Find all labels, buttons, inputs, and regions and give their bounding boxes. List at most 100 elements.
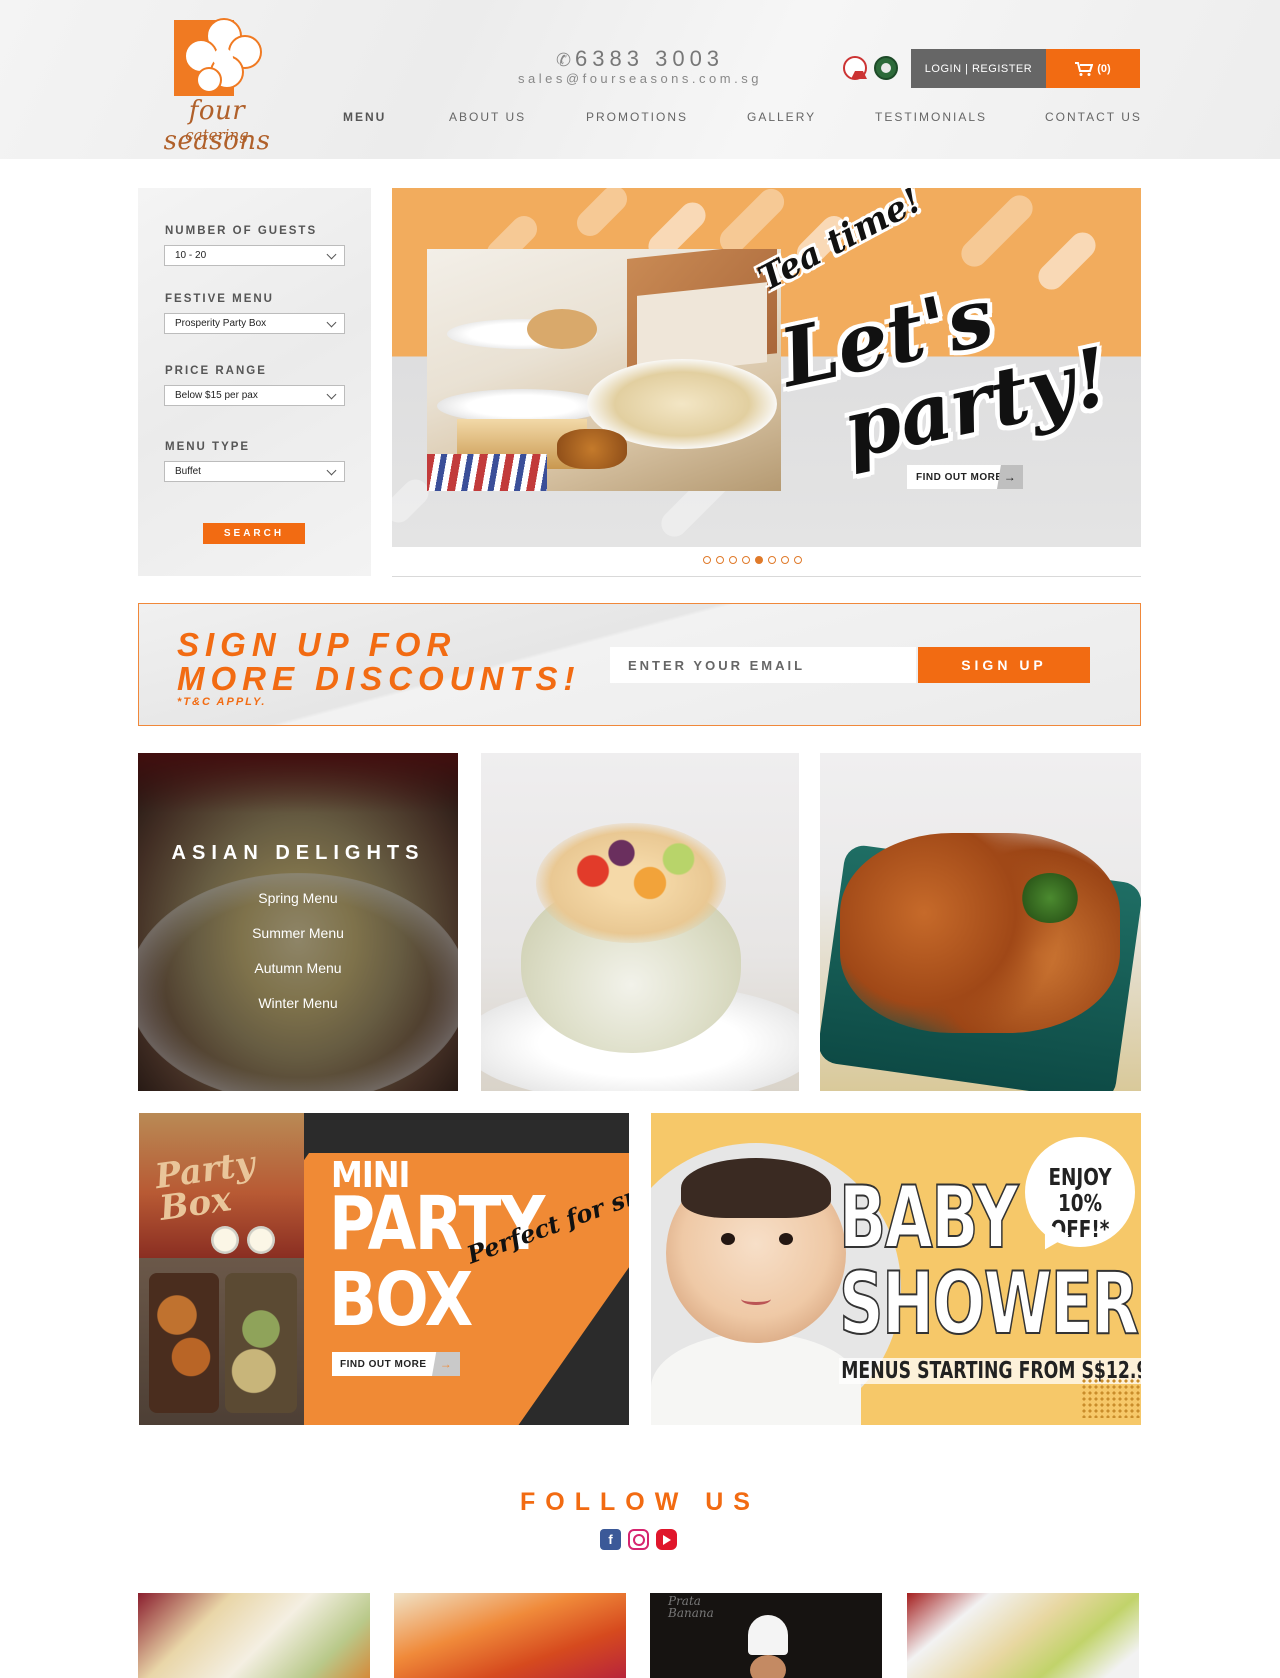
spring-rolls xyxy=(557,429,627,469)
contact-phone[interactable]: ✆ 6383 3003 xyxy=(520,46,760,72)
hero-food-photo xyxy=(427,249,781,491)
facebook-icon[interactable]: f xyxy=(600,1529,621,1550)
gallery-thumbnail[interactable] xyxy=(138,1593,370,1678)
discount-text: ENJOY 10% OFF!* xyxy=(1048,1165,1112,1243)
hero-find-out-more-button[interactable]: FIND OUT MORE → xyxy=(907,465,1023,489)
nav-menu[interactable]: MENU xyxy=(343,110,386,124)
hero-banner[interactable]: Tea time! Let's party! FIND OUT MORE → xyxy=(392,188,1141,547)
party-box-tray xyxy=(139,1258,304,1425)
signup-title-line-2: MORE DISCOUNTS! xyxy=(177,660,581,697)
nav-about-us[interactable]: ABOUT US xyxy=(449,110,526,124)
festive-select[interactable]: Prosperity Party Box xyxy=(164,313,345,334)
follow-us-title: FOLLOW US xyxy=(520,1488,760,1516)
phone-icon: ✆ xyxy=(555,50,572,70)
chevron-down-icon xyxy=(326,465,337,476)
carousel-dot-active[interactable] xyxy=(755,556,763,564)
type-select[interactable]: Buffet xyxy=(164,461,345,482)
napkin xyxy=(427,454,547,491)
carousel-dot[interactable] xyxy=(729,556,737,564)
award-badge-icon xyxy=(843,56,867,80)
asian-delights-tile[interactable]: ASIAN DELIGHTS Spring Menu Summer Menu A… xyxy=(138,753,458,1091)
carousel-dot[interactable] xyxy=(703,556,711,564)
restaurant-sign: Prata Banana xyxy=(668,1594,714,1620)
search-button[interactable]: SEARCH xyxy=(203,523,305,544)
guests-label: NUMBER OF GUESTS xyxy=(165,225,318,237)
email-input[interactable] xyxy=(610,647,916,683)
signup-title-line-1: SIGN UP FOR xyxy=(177,626,457,663)
carousel-dot[interactable] xyxy=(716,556,724,564)
menu-search-panel: NUMBER OF GUESTS 10 - 20 FESTIVE MENU Pr… xyxy=(138,188,371,576)
crab-dish xyxy=(840,833,1120,1033)
tray-compartment xyxy=(149,1273,219,1413)
certification-badge-icon xyxy=(874,56,898,80)
chevron-down-icon xyxy=(326,249,337,260)
gallery-thumbnail[interactable] xyxy=(907,1593,1139,1678)
autumn-menu-link[interactable]: Autumn Menu xyxy=(138,960,458,976)
carousel-dot[interactable] xyxy=(742,556,750,564)
sauce-cup xyxy=(211,1226,239,1254)
party-cta-label: FIND OUT MORE xyxy=(340,1358,427,1370)
baby-shower-promo[interactable]: ENJOY 10% OFF!* BABY SHOWER MENUS STARTI… xyxy=(651,1113,1141,1425)
festive-label: FESTIVE MENU xyxy=(165,293,274,305)
sign-up-button[interactable]: SIGN UP xyxy=(918,647,1090,683)
site-header: four seasons catering ✆ 6383 3003 sales@f… xyxy=(0,0,1280,159)
summer-menu-link[interactable]: Summer Menu xyxy=(138,925,458,941)
dot-pattern xyxy=(1081,1378,1141,1418)
guests-value: 10 - 20 xyxy=(175,250,207,261)
login-register-button[interactable]: LOGIN | REGISTER xyxy=(911,49,1046,88)
festive-value: Prosperity Party Box xyxy=(175,318,267,329)
tier-stand xyxy=(437,389,607,423)
gallery-thumbnail[interactable] xyxy=(394,1593,626,1678)
party-find-out-more-button[interactable]: FIND OUT MORE → xyxy=(332,1352,460,1376)
discount-bubble: ENJOY 10% OFF!* xyxy=(1025,1137,1135,1247)
type-label: MENU TYPE xyxy=(165,441,251,453)
dim-sum-bowl xyxy=(527,309,597,349)
nav-gallery[interactable]: GALLERY xyxy=(747,110,816,124)
baby-mouth xyxy=(741,1293,771,1305)
guests-select[interactable]: 10 - 20 xyxy=(164,245,345,266)
herb-garnish xyxy=(1020,873,1080,923)
cart-button[interactable]: (0) xyxy=(1046,49,1140,88)
hero-headline: Tea time! Let's party! xyxy=(752,188,1132,488)
cart-count: (0) xyxy=(1097,62,1111,75)
spring-menu-link[interactable]: Spring Menu xyxy=(138,890,458,906)
youtube-icon[interactable] xyxy=(656,1529,677,1550)
main-nav: MENU ABOUT US PROMOTIONS GALLERY TESTIMO… xyxy=(0,110,1280,130)
carousel-dots xyxy=(703,556,802,566)
promo-box-word: BOX xyxy=(329,1257,473,1343)
shower-title: SHOWER xyxy=(838,1254,1140,1354)
chevron-down-icon xyxy=(326,317,337,328)
gallery-thumbnail[interactable]: Prata Banana xyxy=(650,1593,882,1678)
baby-eye xyxy=(779,1233,793,1245)
crab-tile[interactable] xyxy=(820,753,1141,1091)
carousel-dot[interactable] xyxy=(781,556,789,564)
phone-number: 6383 3003 xyxy=(575,46,725,71)
baby-title: BABY xyxy=(838,1168,1019,1268)
carousel-dot[interactable] xyxy=(768,556,776,564)
nav-contact-us[interactable]: CONTACT US xyxy=(1045,110,1142,124)
hero-cta-label: FIND OUT MORE xyxy=(916,471,1003,483)
salad-tile[interactable] xyxy=(481,753,799,1091)
sauce-cup xyxy=(247,1226,275,1254)
nav-testimonials[interactable]: TESTIMONIALS xyxy=(875,110,987,124)
arrow-right-icon: → xyxy=(432,1352,460,1376)
party-box-lid-label: Party Box xyxy=(152,1143,258,1229)
chef-hat xyxy=(748,1615,788,1655)
decor-shape xyxy=(571,188,633,242)
arrow-right-icon: → xyxy=(997,465,1023,489)
baby-hair xyxy=(681,1158,831,1218)
photo-overlay xyxy=(138,753,458,1091)
price-select[interactable]: Below $15 per pax xyxy=(164,385,345,406)
winter-menu-link[interactable]: Winter Menu xyxy=(138,995,458,1011)
signup-title: SIGN UP FOR MORE DISCOUNTS! xyxy=(177,628,581,696)
mini-party-box-promo[interactable]: Party Box MINI PARTY BOX Perfect for sma… xyxy=(139,1113,629,1425)
tray-compartment xyxy=(225,1273,297,1413)
price-value: Below $15 per pax xyxy=(175,390,258,401)
page: four seasons catering ✆ 6383 3003 sales@f… xyxy=(0,0,1280,1678)
nav-promotions[interactable]: PROMOTIONS xyxy=(586,110,688,124)
carousel-dot[interactable] xyxy=(794,556,802,564)
flower-icon xyxy=(184,18,262,93)
instagram-icon[interactable] xyxy=(628,1529,649,1550)
contact-email[interactable]: sales@fourseasons.com.sg xyxy=(490,71,790,86)
cart-icon xyxy=(1075,61,1094,76)
